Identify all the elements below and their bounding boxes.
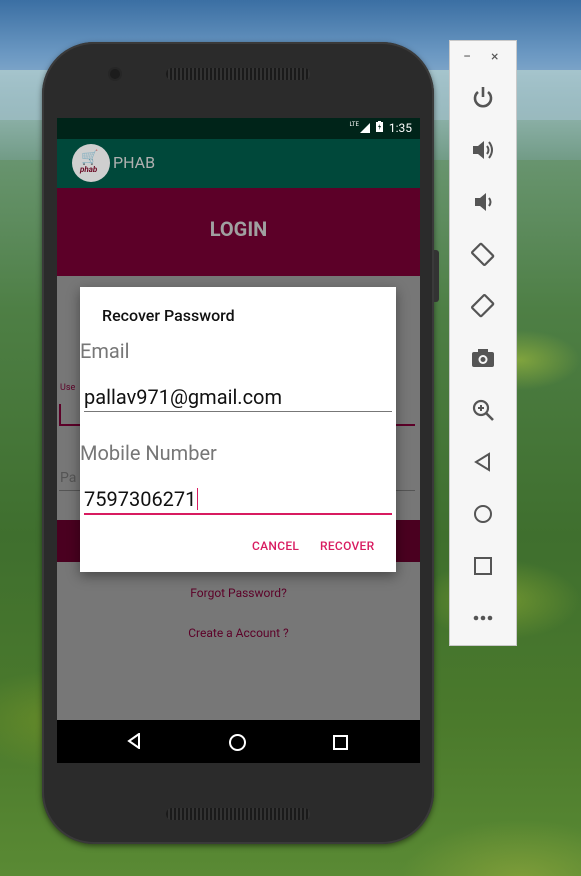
username-label: Use: [60, 383, 76, 393]
nav-back-icon[interactable]: [127, 732, 141, 753]
forgot-password-link[interactable]: Forgot Password?: [57, 586, 420, 600]
top-speaker: [166, 68, 310, 80]
login-header: LOGIN: [57, 188, 420, 276]
app-title: PHAB: [113, 153, 156, 172]
cancel-button[interactable]: CANCEL: [252, 539, 299, 553]
mobile-number-value: 7597306271: [84, 487, 197, 511]
recover-button[interactable]: RECOVER: [320, 539, 374, 553]
text-cursor: [197, 488, 199, 510]
volume-up-icon[interactable]: [469, 136, 497, 164]
zoom-icon[interactable]: [469, 396, 497, 424]
clock: 1:35: [388, 121, 412, 135]
overview-icon[interactable]: [469, 552, 497, 580]
emulator-toolbar: − ×: [449, 40, 517, 646]
cart-icon: 🛒: [81, 150, 99, 166]
rotate-right-icon[interactable]: [469, 292, 497, 320]
volume-down-icon[interactable]: [469, 188, 497, 216]
mobile-number-label: Mobile Number: [80, 441, 217, 465]
email-underline: [84, 411, 392, 412]
nav-home-icon[interactable]: [229, 734, 246, 751]
navigation-bar: [57, 720, 420, 763]
login-title: LOGIN: [209, 217, 268, 241]
close-button[interactable]: ×: [491, 49, 498, 65]
username-field-edge: [59, 404, 61, 424]
camera-icon[interactable]: [469, 344, 497, 372]
minimize-button[interactable]: −: [463, 49, 471, 65]
app-logo: 🛒 phab: [72, 144, 110, 182]
home-icon[interactable]: [469, 500, 497, 528]
phone-side-button[interactable]: [434, 250, 439, 302]
battery-icon: [375, 121, 383, 135]
lte-signal-icon: LTE: [349, 121, 370, 133]
dialog-title: Recover Password: [102, 306, 235, 325]
logo-text: phab: [80, 165, 98, 174]
status-bar: LTE 1:35: [57, 118, 420, 139]
recover-password-dialog: Recover Password Email pallav971@gmail.c…: [80, 287, 396, 572]
app-bar: 🛒 phab PHAB: [57, 139, 420, 188]
power-icon[interactable]: [469, 84, 497, 112]
nav-recents-icon[interactable]: [333, 735, 348, 750]
mobile-number-input[interactable]: 7597306271: [84, 487, 199, 511]
bottom-speaker: [166, 808, 310, 820]
email-input[interactable]: pallav971@gmail.com: [84, 385, 282, 409]
rotate-left-icon[interactable]: [469, 240, 497, 268]
create-account-link[interactable]: Create a Account ?: [57, 626, 420, 640]
mobile-number-underline: [84, 513, 392, 515]
password-field[interactable]: Pa: [60, 470, 76, 486]
more-icon[interactable]: [469, 604, 497, 632]
back-icon[interactable]: [469, 448, 497, 476]
front-camera: [110, 69, 120, 79]
lte-label: LTE: [349, 121, 359, 128]
email-label: Email: [80, 339, 130, 363]
